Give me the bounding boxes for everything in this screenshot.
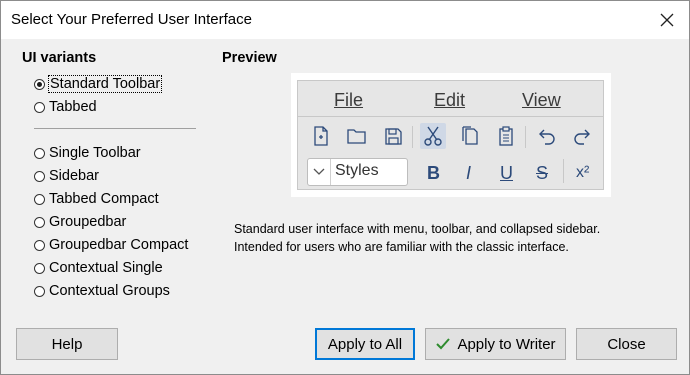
radio-label: Tabbed Compact bbox=[49, 191, 159, 207]
radio-label: Standard Toolbar bbox=[47, 75, 163, 93]
title-bar: Select Your Preferred User Interface bbox=[1, 1, 689, 39]
radio-label: Single Toolbar bbox=[49, 145, 141, 161]
description-line: Standard user interface with menu, toolb… bbox=[234, 222, 601, 236]
copy-icon bbox=[457, 123, 483, 149]
description-line: Intended for users who are familiar with… bbox=[234, 240, 569, 254]
superscript-icon: x² bbox=[576, 164, 590, 181]
close-button[interactable]: Close bbox=[576, 328, 677, 360]
toolbar-separator bbox=[563, 159, 564, 183]
radio-label: Contextual Groups bbox=[49, 283, 170, 299]
radio-button-checked[interactable] bbox=[34, 78, 45, 90]
radio-label: Groupedbar Compact bbox=[49, 237, 189, 253]
radio-button[interactable] bbox=[34, 101, 45, 113]
preview-menu-view: View bbox=[522, 90, 561, 111]
dialog-window: Select Your Preferred User Interface UI … bbox=[0, 0, 690, 375]
radio-standard-toolbar[interactable]: Standard Toolbar bbox=[34, 74, 163, 94]
ui-variants-heading: UI variants bbox=[22, 50, 97, 66]
styles-combobox: Styles bbox=[307, 158, 408, 186]
preview-heading: Preview bbox=[222, 50, 277, 66]
bold-icon: B bbox=[427, 163, 440, 183]
close-button-label: Close bbox=[607, 335, 646, 353]
toolbar-separator bbox=[412, 126, 413, 148]
menu-separator bbox=[298, 116, 603, 117]
apply-to-writer-label: Apply to Writer bbox=[457, 335, 556, 353]
apply-to-writer-button[interactable]: Apply to Writer bbox=[425, 328, 566, 360]
checkmark-icon bbox=[435, 337, 451, 351]
radio-tabbed-compact[interactable]: Tabbed Compact bbox=[34, 189, 159, 209]
radio-tabbed[interactable]: Tabbed bbox=[34, 97, 97, 117]
radio-button[interactable] bbox=[34, 239, 45, 251]
radio-label: Sidebar bbox=[49, 168, 99, 184]
radio-label: Groupedbar bbox=[49, 214, 127, 230]
dialog-title: Select Your Preferred User Interface bbox=[11, 11, 252, 28]
radio-label: Tabbed bbox=[49, 99, 97, 115]
toolbar-separator bbox=[525, 126, 526, 148]
radio-groupedbar-compact[interactable]: Groupedbar Compact bbox=[34, 235, 188, 255]
undo-icon bbox=[533, 123, 559, 149]
radio-groupedbar[interactable]: Groupedbar bbox=[34, 212, 126, 232]
open-folder-icon bbox=[344, 123, 370, 149]
preview-menu-label: Edit bbox=[434, 90, 466, 110]
radio-button[interactable] bbox=[34, 170, 45, 182]
help-button[interactable]: Help bbox=[16, 328, 118, 360]
radio-sidebar[interactable]: Sidebar bbox=[34, 166, 99, 186]
cut-icon bbox=[420, 123, 446, 149]
strikethrough-icon: S bbox=[536, 163, 549, 183]
radio-button[interactable] bbox=[34, 285, 45, 297]
radio-label: Contextual Single bbox=[49, 260, 163, 276]
redo-icon bbox=[570, 123, 596, 149]
chevron-down-icon bbox=[308, 159, 331, 185]
separator bbox=[34, 128, 196, 129]
radio-single-toolbar[interactable]: Single Toolbar bbox=[34, 143, 141, 163]
radio-contextual-single[interactable]: Contextual Single bbox=[34, 258, 163, 278]
styles-value: Styles bbox=[335, 162, 379, 179]
close-icon[interactable] bbox=[657, 10, 677, 30]
preview-menu-label: File bbox=[334, 90, 364, 110]
preview-description: Standard user interface with menu, toolb… bbox=[234, 220, 600, 256]
apply-to-all-button[interactable]: Apply to All bbox=[315, 328, 415, 360]
radio-button[interactable] bbox=[34, 193, 45, 205]
preview-menu-edit: Edit bbox=[434, 90, 465, 111]
apply-to-all-label: Apply to All bbox=[327, 335, 403, 353]
radio-contextual-groups[interactable]: Contextual Groups bbox=[34, 281, 170, 301]
help-button-label: Help bbox=[51, 335, 83, 353]
preview-menu-file: File bbox=[334, 90, 363, 111]
radio-button[interactable] bbox=[34, 216, 45, 228]
radio-button[interactable] bbox=[34, 147, 45, 159]
preview-menu-label: View bbox=[522, 90, 561, 110]
underline-icon: U bbox=[500, 163, 513, 183]
save-icon bbox=[380, 123, 406, 149]
paste-icon bbox=[493, 123, 519, 149]
italic-icon: I bbox=[466, 163, 472, 183]
radio-button[interactable] bbox=[34, 262, 45, 274]
new-document-icon bbox=[308, 123, 334, 149]
